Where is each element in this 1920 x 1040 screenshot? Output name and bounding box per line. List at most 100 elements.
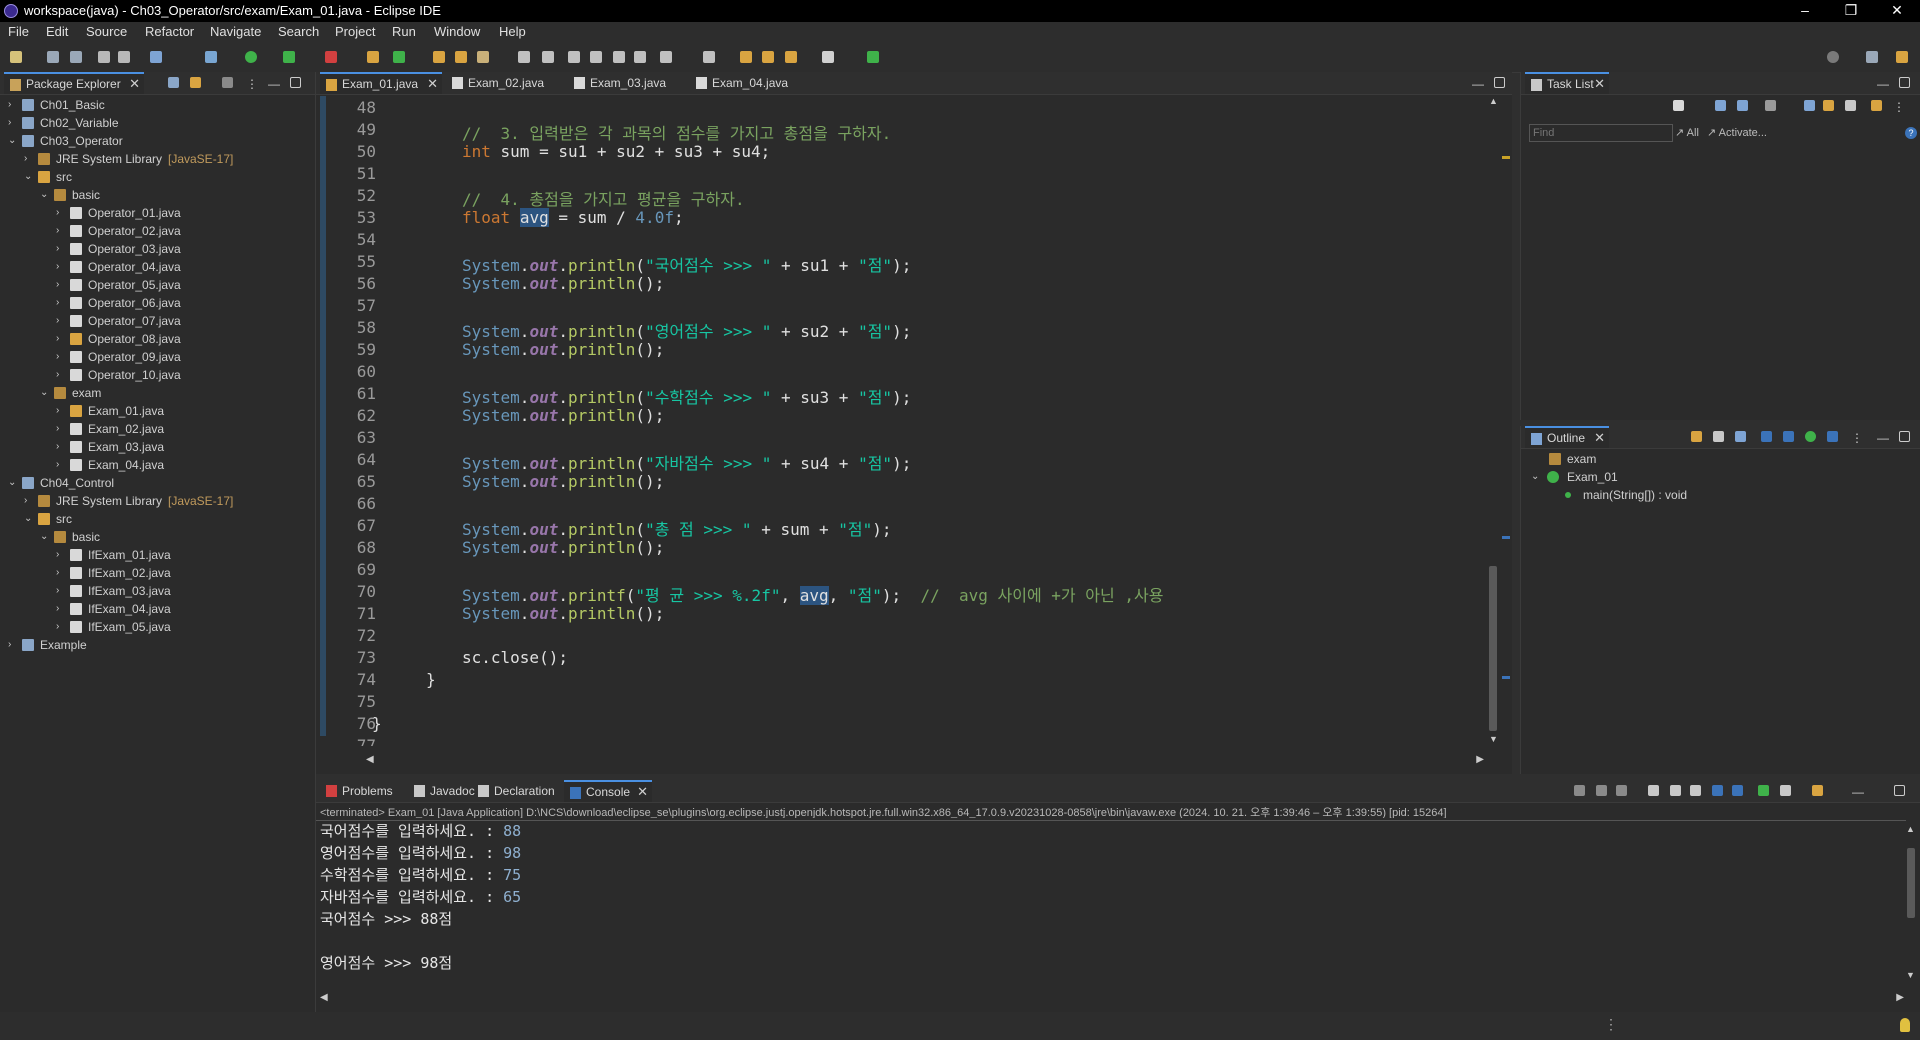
open-type-icon[interactable] — [433, 51, 445, 63]
clear-console-icon[interactable] — [1648, 785, 1659, 796]
hide-completed-icon[interactable] — [1765, 100, 1776, 111]
code-line[interactable]: System.out.println("수학점수 >>> " + su3 + "… — [462, 384, 911, 408]
open-perspective-icon[interactable] — [867, 51, 879, 63]
prev-annotation-icon[interactable] — [703, 51, 715, 63]
code-line[interactable]: System.out.println(); — [462, 406, 664, 425]
maximize-icon[interactable] — [1899, 77, 1910, 88]
tab-outline[interactable]: Outline ✕ — [1525, 426, 1609, 448]
save-icon[interactable] — [47, 51, 59, 63]
expand-icon[interactable]: › — [56, 564, 59, 582]
search-icon[interactable] — [1827, 51, 1839, 63]
new-icon[interactable] — [10, 51, 22, 63]
tab-problems[interactable]: Problems — [320, 780, 406, 802]
code-line[interactable]: System.out.println(); — [462, 604, 664, 623]
scroll-right-icon[interactable]: ▶ — [1476, 754, 1484, 765]
code-line[interactable]: // 4. 총점을 가지고 평균을 구하자. — [462, 186, 745, 210]
collapse-icon[interactable]: ⌄ — [40, 186, 48, 204]
code-line[interactable]: System.out.println("국어점수 >>> " + su1 + "… — [462, 252, 911, 276]
scheduled-icon[interactable] — [1737, 100, 1748, 111]
scroll-down-icon[interactable]: ▼ — [1489, 734, 1498, 744]
scroll-up-icon[interactable]: ▲ — [1489, 96, 1498, 106]
status-menu-icon[interactable]: ⋮ — [1604, 1016, 1618, 1033]
editor-vscrollbar[interactable]: ▲ ▼ — [1486, 96, 1500, 746]
menu-navigate[interactable]: Navigate — [210, 24, 261, 39]
maximize-icon[interactable] — [290, 77, 301, 88]
expand-icon[interactable]: › — [56, 330, 59, 348]
sort-icon[interactable] — [1691, 431, 1702, 442]
code-line[interactable]: System.out.println("영어점수 >>> " + su2 + "… — [462, 318, 911, 342]
collapse-all-icon[interactable] — [168, 77, 179, 88]
tip-lightbulb-icon[interactable] — [1900, 1018, 1910, 1032]
maximize-icon[interactable] — [1899, 431, 1910, 442]
collapse-icon[interactable]: ⌄ — [24, 510, 32, 528]
perspective-icon[interactable] — [1866, 51, 1878, 63]
close-icon[interactable]: ✕ — [1594, 428, 1605, 448]
open-console-icon[interactable] — [1812, 785, 1823, 796]
menu-edit[interactable]: Edit — [46, 24, 68, 39]
menu-run[interactable]: Run — [392, 24, 416, 39]
expand-icon[interactable]: › — [24, 492, 27, 510]
show-stdout-icon[interactable] — [1712, 785, 1723, 796]
close-icon[interactable]: ✕ — [129, 74, 140, 94]
code-line[interactable]: System.out.println(); — [462, 538, 664, 557]
code-line[interactable]: System.out.println(); — [462, 472, 664, 491]
menu-source[interactable]: Source — [86, 24, 127, 39]
expand-icon[interactable]: › — [56, 204, 59, 222]
collapse-icon[interactable]: ⌄ — [8, 474, 16, 492]
task-find-input[interactable] — [1529, 124, 1673, 142]
occurrence-marker[interactable] — [1502, 536, 1510, 539]
close-icon[interactable]: ✕ — [1594, 74, 1605, 94]
annotation-icon[interactable] — [518, 51, 530, 63]
collapse-icon[interactable]: ⌄ — [40, 384, 48, 402]
expand-icon[interactable]: › — [8, 636, 11, 654]
code-line[interactable]: sc.close(); — [462, 648, 568, 667]
new-task-icon[interactable] — [1673, 100, 1684, 111]
tab-task-list[interactable]: Task List ✕ — [1525, 72, 1609, 94]
collapse-icon[interactable]: ⌄ — [24, 168, 32, 186]
minimize-icon[interactable]: — — [1852, 785, 1864, 799]
tab-package-explorer[interactable]: Package Explorer ✕ — [4, 72, 144, 94]
menu-window[interactable]: Window — [434, 24, 480, 39]
remove-launch-icon[interactable] — [1596, 785, 1607, 796]
code-line[interactable]: System.out.println("총 점 >>> " + sum + "점… — [462, 516, 892, 540]
focus-icon[interactable] — [1845, 100, 1856, 111]
code-line[interactable]: } — [372, 714, 382, 733]
view-menu-icon[interactable]: ⋮ — [1851, 431, 1863, 445]
expand-icon[interactable]: › — [56, 456, 59, 474]
external-tools-icon[interactable] — [325, 51, 337, 63]
forward-edit-icon[interactable] — [762, 51, 774, 63]
scroll-thumb[interactable] — [1489, 566, 1497, 731]
hide-static-icon[interactable] — [1735, 431, 1746, 442]
save-all-icon[interactable] — [70, 51, 82, 63]
menu-refactor[interactable]: Refactor — [145, 24, 194, 39]
expand-icon[interactable]: › — [56, 546, 59, 564]
expand-icon[interactable]: ⌄ — [1531, 468, 1539, 486]
menu-project[interactable]: Project — [335, 24, 375, 39]
expand-icon[interactable]: › — [8, 96, 11, 114]
scroll-up-icon[interactable]: ▲ — [1906, 824, 1915, 834]
next-annotation-icon[interactable] — [660, 51, 672, 63]
hide-local-icon[interactable] — [1783, 431, 1794, 442]
menu-search[interactable]: Search — [278, 24, 319, 39]
minimize-icon[interactable]: — — [1472, 77, 1484, 91]
close-icon[interactable]: ✕ — [427, 74, 438, 94]
restore-button[interactable]: ❐ — [1828, 0, 1874, 22]
menu-file[interactable]: File — [8, 24, 29, 39]
expand-icon[interactable]: › — [56, 258, 59, 276]
code-line[interactable]: System.out.println(); — [462, 274, 664, 293]
display-console-icon[interactable] — [1780, 785, 1791, 796]
block-select-icon[interactable] — [590, 51, 602, 63]
last-edit-icon[interactable] — [740, 51, 752, 63]
tab-console[interactable]: Console ✕ — [564, 780, 652, 802]
tab-exam-03[interactable]: Exam_03.java — [568, 72, 688, 94]
remove-all-icon[interactable] — [1616, 785, 1627, 796]
view-menu-icon[interactable]: ⋮ — [246, 77, 258, 91]
tab-exam-01[interactable]: Exam_01.java ✕ — [320, 72, 442, 94]
warning-marker[interactable] — [1502, 156, 1510, 159]
console-output[interactable]: 국어점수를 입력하세요. : 88 영어점수를 입력하세요. : 98 수학점수를 … — [316, 820, 1586, 990]
word-wrap-icon[interactable] — [613, 51, 625, 63]
scroll-down-icon[interactable]: ▼ — [1906, 970, 1915, 980]
minimize-icon[interactable]: — — [1877, 77, 1889, 91]
editor-hscrollbar[interactable]: ◀ ▶ — [364, 754, 1486, 768]
expand-icon[interactable]: › — [56, 600, 59, 618]
